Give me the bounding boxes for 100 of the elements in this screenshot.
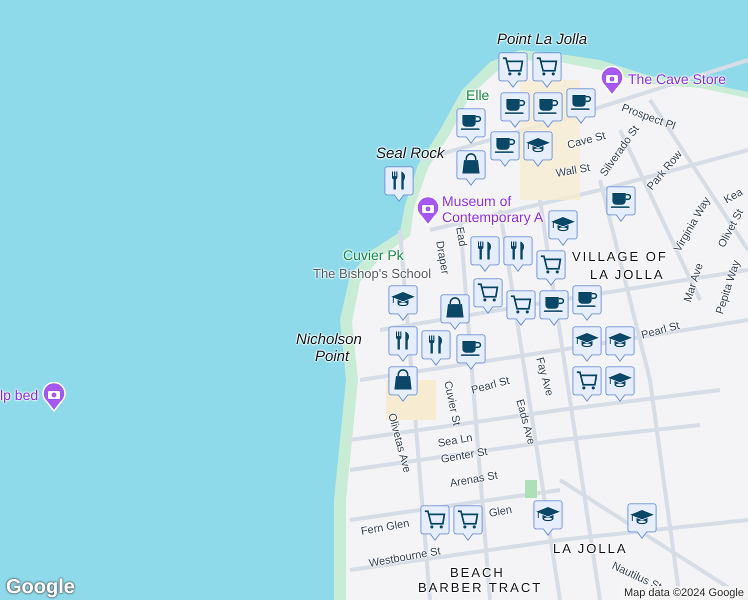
graduation-cap-marker[interactable]	[523, 131, 553, 167]
shopping-cart-marker[interactable]	[420, 505, 450, 541]
fork-and-knife-marker[interactable]	[421, 330, 451, 366]
cup-icon	[570, 95, 592, 110]
map-label: BEACH	[450, 566, 505, 580]
fork-and-knife-icon	[510, 241, 524, 260]
shopping-cart-marker[interactable]	[536, 250, 566, 286]
graduation-cap-icon	[391, 292, 415, 306]
map-label: Fern Glen	[360, 518, 410, 538]
coffee-cup-marker[interactable]	[500, 92, 530, 128]
camera-pin-icon[interactable]	[600, 66, 624, 96]
cup-icon	[460, 341, 482, 356]
map-label: Ead	[453, 226, 468, 248]
cart-icon	[478, 283, 498, 302]
cup-icon	[460, 115, 482, 130]
graduation-cap-icon	[608, 333, 632, 348]
graduation-cap-marker[interactable]	[605, 366, 635, 402]
map-label: LA JOLLA	[553, 542, 628, 556]
cart-icon	[536, 57, 558, 76]
coffee-cup-marker[interactable]	[566, 88, 596, 124]
coffee-cup-marker[interactable]	[533, 92, 563, 128]
map-label: Cuvier St	[441, 380, 462, 427]
shopping-bag-marker[interactable]	[456, 150, 486, 186]
map-logo: Google	[6, 576, 75, 599]
fork-and-knife-marker[interactable]	[384, 166, 414, 202]
coffee-cup-marker[interactable]	[456, 334, 486, 370]
map-label: Mar Ave	[682, 262, 706, 304]
cart-icon	[458, 510, 478, 528]
graduation-cap-icon	[526, 138, 550, 152]
coffee-cup-marker[interactable]	[606, 186, 636, 222]
map-label: Contemporary A	[442, 210, 544, 226]
graduation-cap-marker[interactable]	[627, 503, 657, 539]
shopping-cart-marker[interactable]	[473, 278, 503, 314]
map-label: Museum of	[442, 194, 512, 210]
bag-icon	[394, 369, 412, 390]
coffee-cup-marker[interactable]	[572, 285, 602, 321]
fork-and-knife-icon	[428, 335, 442, 354]
map-label: The Bishop's School	[313, 267, 432, 282]
map-label: VILLAGE OF	[572, 250, 668, 264]
cart-icon	[424, 510, 446, 528]
graduation-cap-icon	[608, 373, 632, 388]
camera-pin-icon[interactable]	[416, 196, 440, 226]
map-label: The Cave Store	[628, 72, 726, 88]
map-label: Westbourne St	[368, 545, 442, 570]
map-label: Wall St	[555, 162, 592, 180]
graduation-cap-icon	[575, 333, 599, 348]
map-label: Draper	[433, 240, 451, 276]
map-label: BARBER TRACT	[418, 581, 542, 596]
map-label: Seal Rock	[376, 146, 444, 162]
bag-icon	[446, 297, 464, 318]
graduation-cap-icon	[630, 510, 654, 524]
map-label: Olivet St	[716, 207, 746, 250]
cup-icon	[576, 292, 598, 307]
map-label: Eads Ave	[513, 398, 537, 446]
cup-icon	[538, 99, 558, 114]
coffee-cup-marker[interactable]	[539, 290, 569, 326]
map-label: Pepita Way	[714, 258, 743, 316]
map-label: Olivetas Ave	[385, 412, 413, 474]
map-label: Kea	[722, 186, 745, 206]
shopping-cart-marker[interactable]	[572, 366, 602, 402]
cup-icon	[494, 138, 516, 153]
cart-icon	[576, 371, 598, 390]
graduation-cap-icon	[536, 507, 560, 522]
fork-and-knife-marker[interactable]	[388, 326, 418, 362]
shopping-bag-marker[interactable]	[388, 366, 418, 402]
map-label: Glen	[488, 504, 513, 520]
map-background[interactable]	[0, 0, 748, 600]
shopping-cart-marker[interactable]	[506, 290, 536, 326]
shopping-cart-marker[interactable]	[498, 52, 528, 88]
shopping-cart-marker[interactable]	[453, 505, 483, 541]
map-label: lp bed	[0, 388, 38, 404]
map-label: Elle	[466, 88, 490, 104]
coffee-cup-marker[interactable]	[490, 131, 520, 167]
map-label: Point La Jolla	[497, 32, 588, 48]
camera-pin-icon[interactable]	[42, 382, 66, 412]
map-label: Pearl St	[640, 320, 681, 342]
shopping-cart-marker[interactable]	[532, 52, 562, 88]
map-label: Nicholson	[296, 332, 362, 348]
bag-icon	[462, 153, 480, 174]
graduation-cap-marker[interactable]	[572, 326, 602, 362]
fork-and-knife-icon	[478, 241, 491, 260]
graduation-cap-marker[interactable]	[605, 326, 635, 362]
cart-icon	[502, 57, 524, 76]
map-label: Fay Ave	[533, 356, 556, 398]
map-label: LA JOLLA	[590, 268, 665, 282]
map-label: Arenas St	[449, 470, 499, 490]
cup-icon	[610, 193, 632, 208]
graduation-cap-marker[interactable]	[548, 210, 578, 246]
shopping-bag-marker[interactable]	[440, 294, 470, 330]
graduation-cap-marker[interactable]	[388, 285, 418, 321]
cup-icon	[544, 297, 564, 312]
map-label: Pearl St	[470, 374, 511, 397]
cart-icon	[540, 255, 562, 274]
cart-icon	[510, 295, 532, 314]
fork-and-knife-marker[interactable]	[503, 236, 533, 272]
graduation-cap-icon	[551, 217, 575, 232]
graduation-cap-marker[interactable]	[533, 500, 563, 536]
fork-and-knife-marker[interactable]	[470, 236, 500, 272]
map-label: Point	[315, 349, 350, 366]
coffee-cup-marker[interactable]	[456, 108, 486, 144]
